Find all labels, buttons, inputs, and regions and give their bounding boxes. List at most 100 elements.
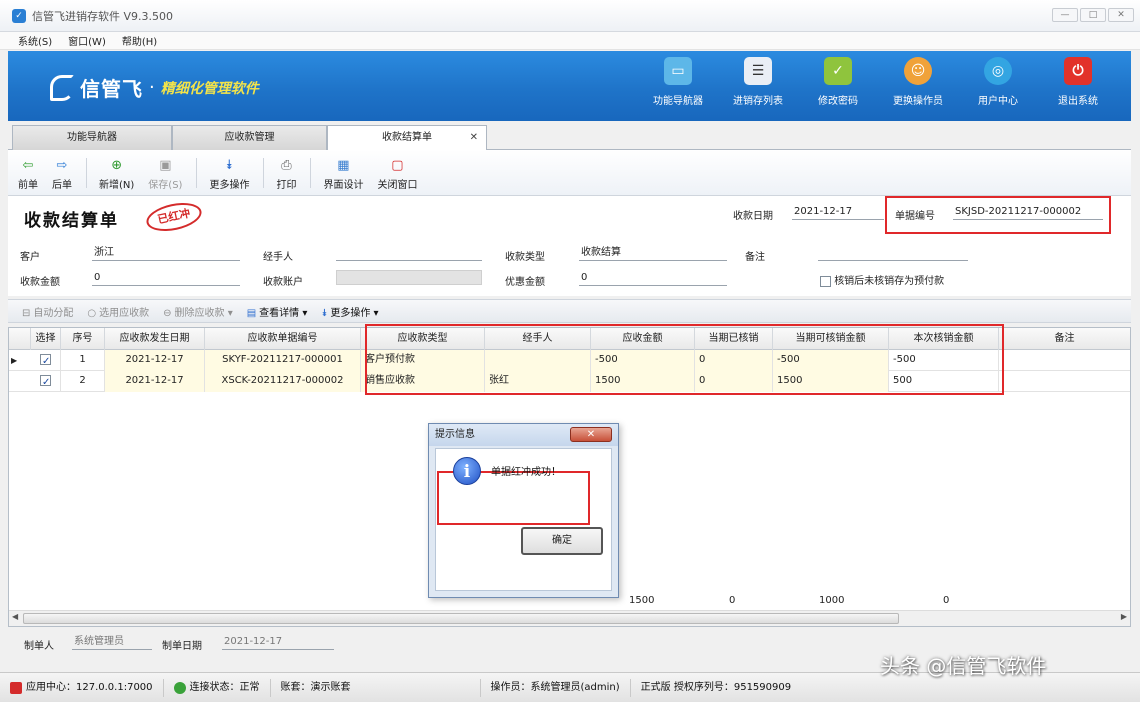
handler-field[interactable] xyxy=(336,246,482,261)
scroll-left-icon[interactable]: ◀ xyxy=(12,612,18,621)
remark-field[interactable] xyxy=(818,246,968,261)
license-status: 正式版 授权序列号：951590909 xyxy=(631,679,801,697)
arrow-right-icon: ⇨ xyxy=(56,158,68,173)
tab-close-icon[interactable]: ✕ xyxy=(470,126,478,149)
menu-window[interactable]: 窗口(W) xyxy=(68,33,106,48)
allocate-icon: ⊟ xyxy=(22,307,31,319)
type-field[interactable]: 收款结算 xyxy=(579,246,727,261)
header-remark[interactable]: 备注 xyxy=(999,328,1130,350)
info-dialog: 提示信息 ✕ i 单据红冲成功！ 确定 xyxy=(428,423,619,598)
creator-field: 系统管理员 xyxy=(72,635,152,650)
scroll-thumb[interactable] xyxy=(23,613,899,624)
save-icon: ▣ xyxy=(159,158,172,173)
exit-button[interactable]: ⏻ 退出系统 xyxy=(1045,57,1111,107)
power-icon: ⏻ xyxy=(1064,57,1092,85)
tab-settlement[interactable]: 收款结算单 ✕ xyxy=(327,125,487,151)
printer-icon: ⎙ xyxy=(281,158,292,173)
nav-label: 功能导航器 xyxy=(653,96,703,107)
select-receivable-button[interactable]: ○ 选用应收款 xyxy=(87,304,149,319)
change-password-button[interactable]: ✓ 修改密码 xyxy=(805,57,871,107)
save-button[interactable]: ▣ 保存(S) xyxy=(148,158,182,191)
header-select[interactable]: 选择 xyxy=(31,328,61,350)
tab-receivables[interactable]: 应收款管理 xyxy=(172,125,327,150)
amount-field[interactable]: 0 xyxy=(92,271,240,286)
close-tab-label: 关闭窗口 xyxy=(377,180,418,191)
minimize-button[interactable]: — xyxy=(1052,8,1078,22)
page-title: 收款结算单 xyxy=(24,211,119,231)
close-tab-button[interactable]: ▢ 关闭窗口 xyxy=(377,158,417,191)
select-cell[interactable] xyxy=(31,371,61,392)
layout-design-button[interactable]: ▦ 界面设计 xyxy=(323,158,363,191)
more-actions-button[interactable]: ⯯ 更多操作 xyxy=(209,158,249,191)
plus-icon: ⊕ xyxy=(111,158,123,173)
select-receivable-label: 选用应收款 xyxy=(99,307,150,319)
tab-receivables-label: 应收款管理 xyxy=(224,132,275,143)
switch-operator-label: 更换操作员 xyxy=(893,96,943,107)
document-header: 收款结算单 已红冲 收款日期 2021-12-17 单据编号 SKJSD-202… xyxy=(8,196,1131,296)
check-circle-icon xyxy=(173,681,186,694)
discount-field[interactable]: 0 xyxy=(579,271,727,286)
prev-doc-button[interactable]: ⇦ 前单 xyxy=(18,158,38,191)
view-detail-button[interactable]: ▤ 查看详情 ▾ xyxy=(247,304,308,319)
banner-tools: ▭ 功能导航器 ☰ 进销存列表 ✓ 修改密码 ☺ 更换操作员 ◎ 用户中心 ⏻ … xyxy=(645,57,1111,107)
operator-text: 操作员：系统管理员(admin) xyxy=(490,681,620,693)
customer-field[interactable]: 浙江 xyxy=(92,246,240,261)
create-date-label: 制单日期 xyxy=(162,641,202,652)
cell-date: 2021-12-17 xyxy=(105,371,205,392)
cell-docno: XSCK-20211217-000002 xyxy=(205,371,361,392)
total-this-time: 0 xyxy=(943,595,950,606)
user-center-button[interactable]: ◎ 用户中心 xyxy=(965,57,1031,107)
delete-receivable-button[interactable]: ⊖ 删除应收款 ▾ xyxy=(163,304,233,319)
header-no[interactable]: 序号 xyxy=(61,328,105,350)
list-button[interactable]: ☰ 进销存列表 xyxy=(725,57,791,107)
header-date[interactable]: 应收款发生日期 xyxy=(105,328,205,350)
date-field[interactable]: 2021-12-17 xyxy=(792,205,884,220)
docno-label: 单据编号 xyxy=(895,211,935,222)
next-doc-button[interactable]: ⇨ 后单 xyxy=(52,158,72,191)
nav-button[interactable]: ▭ 功能导航器 xyxy=(645,57,711,107)
dialog-close-button[interactable]: ✕ xyxy=(570,427,612,442)
monitor-icon: ▭ xyxy=(664,57,692,85)
print-label: 打印 xyxy=(276,180,297,191)
grid-more-actions-button[interactable]: ⯯ 更多操作 ▾ xyxy=(321,304,378,319)
cell-remark[interactable] xyxy=(999,350,1130,371)
close-window-button[interactable]: ✕ xyxy=(1108,8,1134,22)
auto-allocate-button[interactable]: ⊟ 自动分配 xyxy=(22,304,73,319)
logo: 信管飞 · 精细化管理软件 xyxy=(50,73,259,102)
scroll-right-icon[interactable]: ▶ xyxy=(1121,612,1127,621)
dropdown-arrow-icon: ▾ xyxy=(224,307,233,319)
tab-settlement-label: 收款结算单 xyxy=(382,132,432,143)
cell-no: 2 xyxy=(61,371,105,392)
docno-field[interactable]: SKJSD-20211217-000002 xyxy=(953,205,1103,220)
view-detail-label: 查看详情 xyxy=(259,307,300,319)
logo-mark-icon xyxy=(50,74,74,101)
switch-operator-button[interactable]: ☺ 更换操作员 xyxy=(885,57,951,107)
row-checkbox[interactable] xyxy=(40,352,51,371)
maximize-button[interactable]: □ xyxy=(1080,8,1106,22)
account-text: 账套：演示账套 xyxy=(280,681,351,693)
select-cell[interactable] xyxy=(31,350,61,371)
remark-label: 备注 xyxy=(745,252,765,263)
menu-system[interactable]: 系统(S) xyxy=(18,33,52,48)
date-label: 收款日期 xyxy=(733,211,773,222)
columns-highlight-box xyxy=(365,324,1004,395)
globe-icon: ◎ xyxy=(984,57,1012,85)
header-docno[interactable]: 应收款单据编号 xyxy=(205,328,361,350)
row-checkbox[interactable] xyxy=(40,373,51,392)
main-toolbar: ⇦ 前单 ⇨ 后单 ⊕ 新增(N) ▣ 保存(S) ⯯ 更多操作 ⎙ 打印 ▦ 界面设计 ▢ 关… xyxy=(8,150,1131,196)
menu-bar: 系统(S) 窗口(W) 帮助(H) xyxy=(0,32,1140,50)
type-label: 收款类型 xyxy=(505,252,545,263)
dropdown-arrow-icon: ▾ xyxy=(370,307,379,319)
ok-button[interactable]: 确定 xyxy=(521,527,603,555)
app-center-status: 应用中心：127.0.0.1:7000 xyxy=(0,678,164,697)
account-field[interactable] xyxy=(336,270,482,285)
menu-help[interactable]: 帮助(H) xyxy=(122,33,157,48)
tab-navigator[interactable]: 功能导航器 xyxy=(12,125,172,150)
delete-icon: ⊖ xyxy=(163,307,172,319)
amount-label: 收款金额 xyxy=(20,277,60,288)
horizontal-scrollbar[interactable]: ◀ ▶ xyxy=(9,610,1130,626)
prepay-checkbox[interactable] xyxy=(820,275,831,287)
cell-remark[interactable] xyxy=(999,371,1130,392)
print-button[interactable]: ⎙ 打印 xyxy=(276,158,296,191)
new-button[interactable]: ⊕ 新增(N) xyxy=(99,158,134,191)
